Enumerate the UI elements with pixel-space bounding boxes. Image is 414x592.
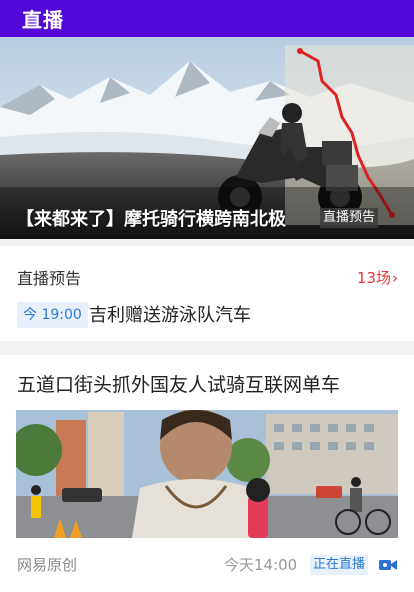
article-source: 网易原创 xyxy=(17,556,78,574)
hero-preview-tag: 直播预告 xyxy=(320,208,379,228)
chevron-right-icon: › xyxy=(392,269,398,287)
video-camera-icon xyxy=(379,560,397,570)
event-time-badge: 今 19:00 xyxy=(17,302,88,328)
article-time: 今天14:00 xyxy=(224,556,298,574)
live-preview-section: 直播预告 13场› 今 19:00 吉利赠送游泳队汽车 xyxy=(0,246,414,341)
live-preview-title: 直播预告 xyxy=(17,269,82,288)
article-thumbnail[interactable] xyxy=(16,410,398,538)
live-preview-more-link[interactable]: 13场› xyxy=(357,267,398,288)
article-card[interactable]: 五道口街头抓外国友人试骑互联网单车 网易原创 今天14:00 正在直播 xyxy=(0,355,414,592)
article-thumbnail-image xyxy=(16,410,398,538)
app-root: 直播 【来都来了】摩托骑行横跨南北极 直播预告 直播预告 13场› 今 19:0… xyxy=(0,0,414,592)
page-title: 直播 xyxy=(22,8,64,32)
top-bar: 直播 xyxy=(0,0,414,37)
event-title-link[interactable]: 吉利赠送游泳队汽车 xyxy=(89,301,251,327)
hero-banner[interactable]: 【来都来了】摩托骑行横跨南北极 直播预告 xyxy=(0,37,414,239)
live-status-badge: 正在直播 xyxy=(310,555,369,575)
live-preview-count: 13场 xyxy=(356,269,391,287)
hero-caption: 【来都来了】摩托骑行横跨南北极 xyxy=(16,209,286,230)
article-headline[interactable]: 五道口街头抓外国友人试骑互联网单车 xyxy=(17,370,340,397)
